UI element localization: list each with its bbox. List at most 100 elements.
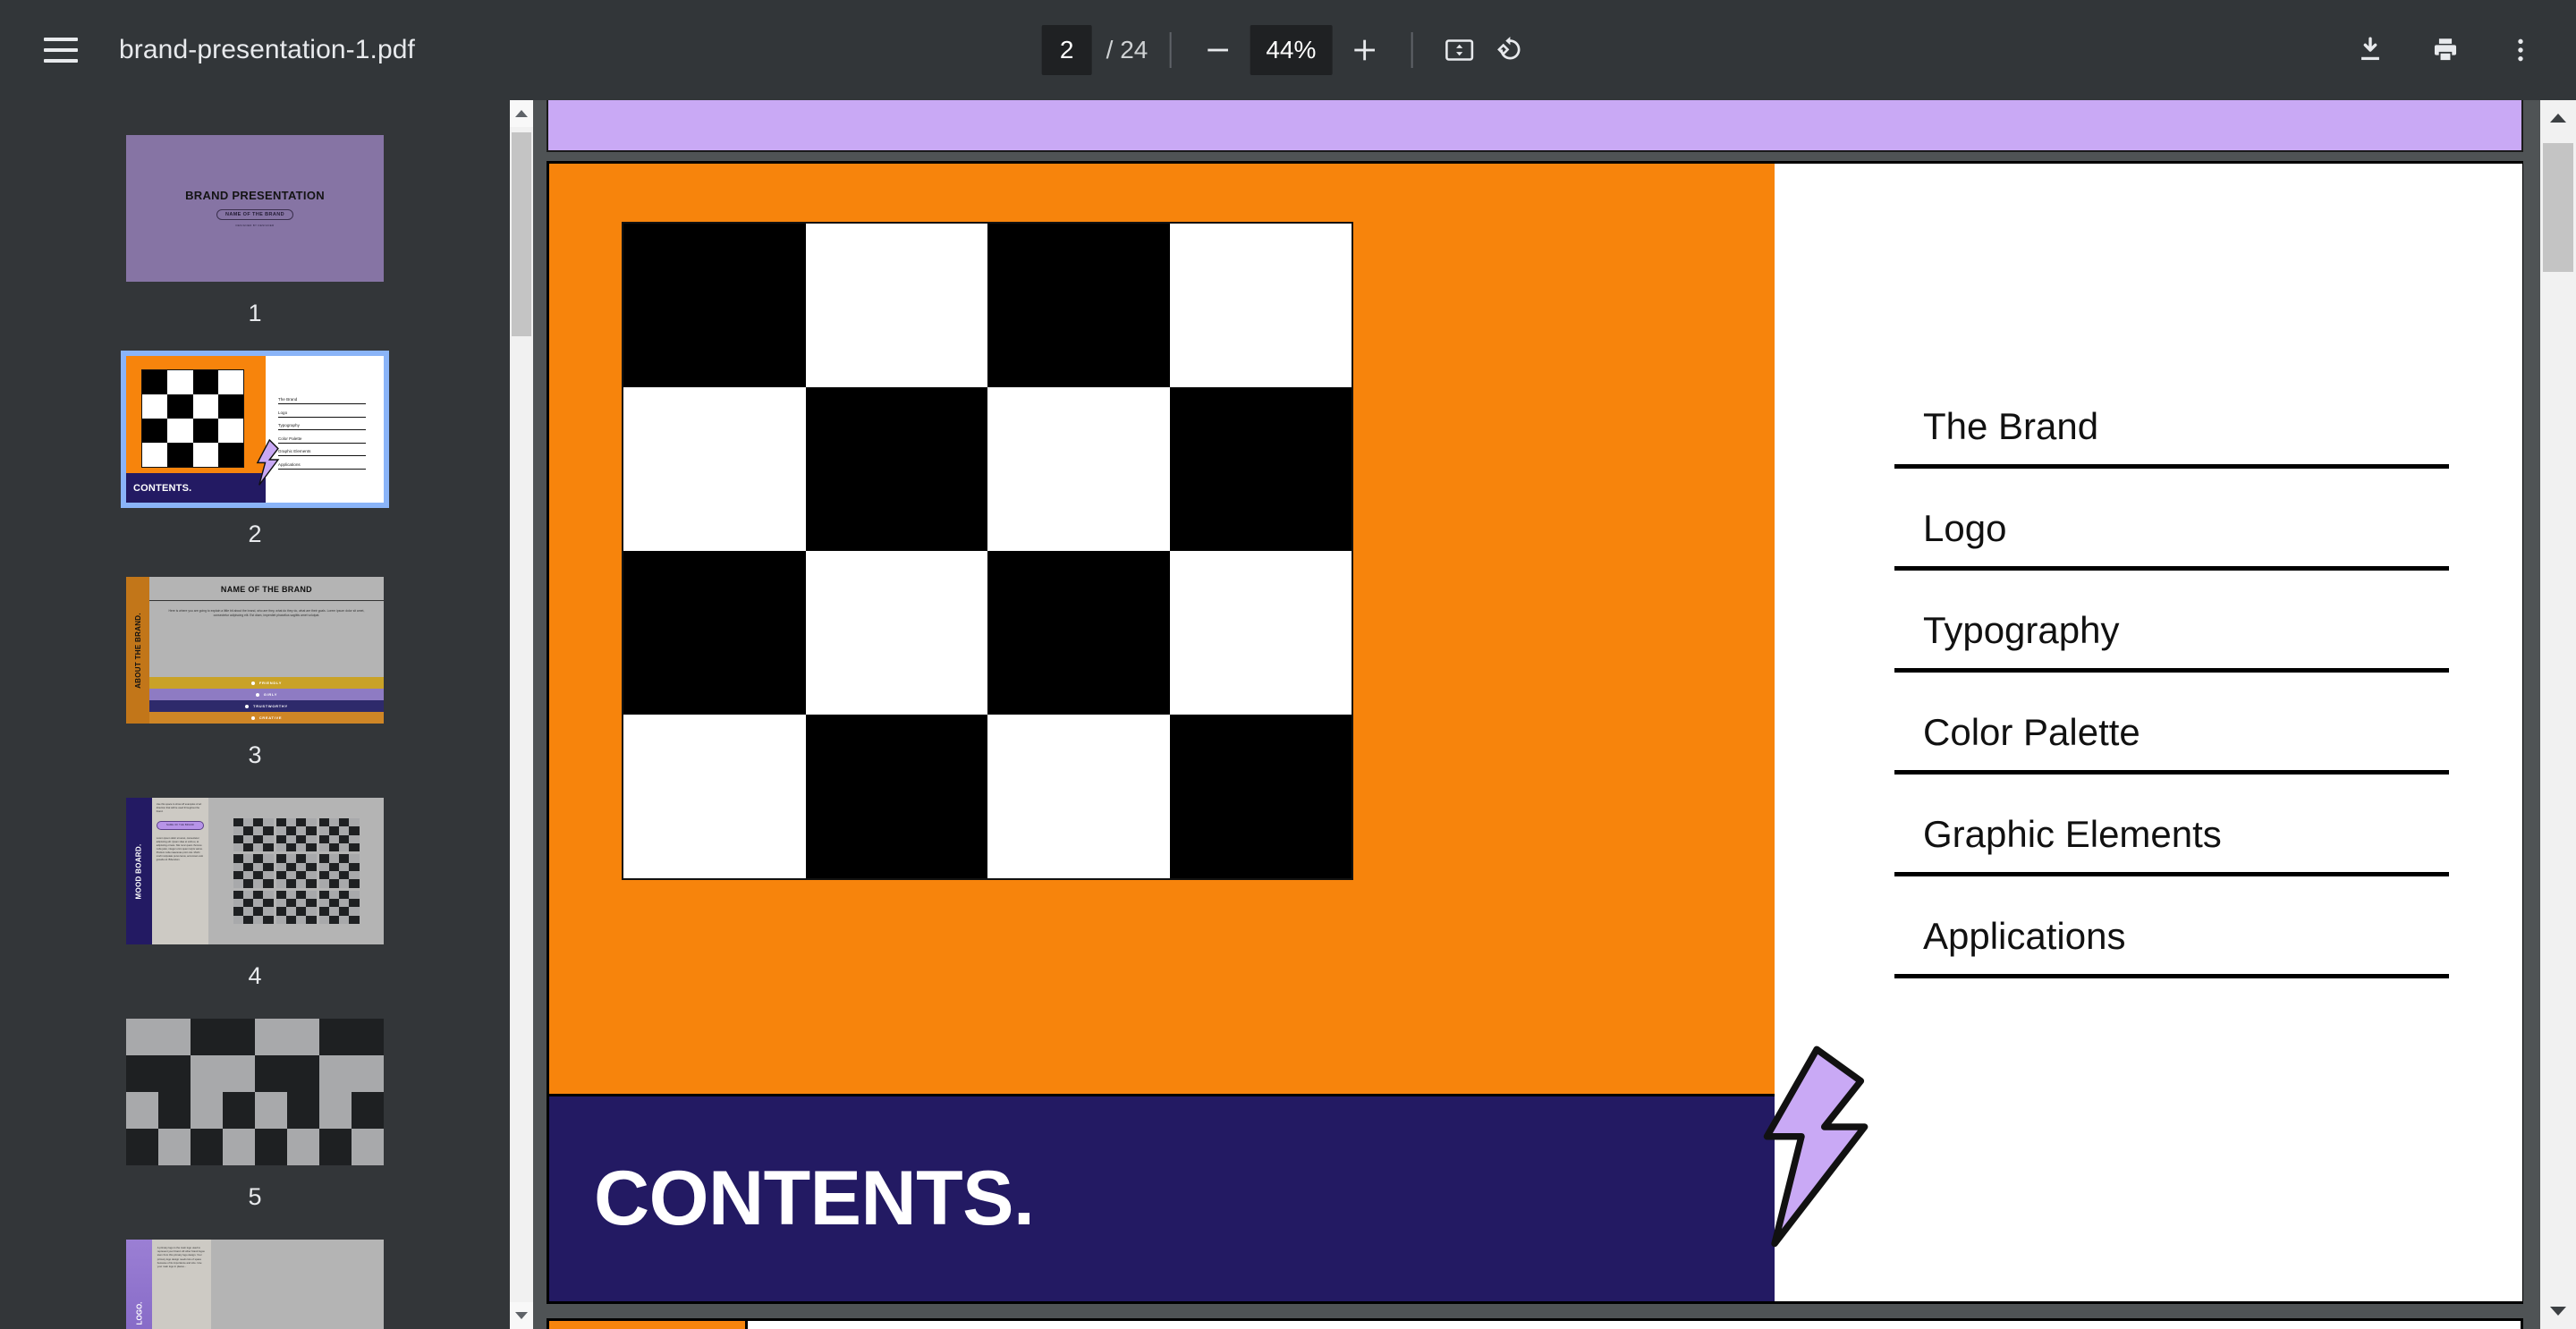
previous-page-tail: [547, 100, 2523, 152]
page-heading: CONTENTS.: [594, 1155, 1035, 1241]
thumbnail-page-4: MOOD BOARD. Use this space to show off e…: [126, 798, 384, 944]
thumb2-toc-item: Typography: [277, 423, 366, 431]
thumb4-pill: NAME OF THE BRAND: [156, 821, 205, 831]
more-vertical-icon[interactable]: [2496, 25, 2546, 75]
thumbnail-frame-5[interactable]: [121, 1013, 389, 1171]
page-number-input[interactable]: 2: [1041, 25, 1092, 75]
thumbnail-item[interactable]: BRAND PRESENTATION NAME OF THE BRAND DES…: [0, 130, 510, 351]
fit-to-page-icon[interactable]: [1434, 25, 1484, 75]
thumb4-side-text: MOOD BOARD.: [134, 843, 143, 899]
hamburger-icon[interactable]: [36, 25, 86, 75]
mini-checkerboard: [318, 890, 360, 925]
thumb4-body-bottom: Lorem ipsum dolor sit amet, consectetur …: [156, 837, 204, 862]
thumbnail-page-6: LOGO. A primary logo is the main logo us…: [126, 1240, 384, 1329]
toc-item-graphic-elements: Graphic Elements: [1894, 813, 2449, 876]
download-icon[interactable]: [2345, 25, 2395, 75]
toc-item-color-palette: Color Palette: [1894, 711, 2449, 775]
page-toc-list: The Brand Logo Typography Color Palette …: [1780, 164, 2522, 1301]
toolbar-right-group: [2345, 0, 2546, 100]
thumb3-trait-label: FRIENDLY: [258, 681, 283, 685]
zoom-level-input[interactable]: 44%: [1250, 25, 1333, 75]
thumb4-moodboard: [208, 798, 384, 944]
toolbar-divider-2: [1411, 32, 1413, 68]
toc-label: Applications: [1923, 915, 2126, 957]
thumb3-side-label: ABOUT THE BRAND.: [126, 577, 149, 724]
print-icon[interactable]: [2420, 25, 2470, 75]
sidebar-scrollbar[interactable]: [510, 100, 533, 1329]
thumb2-toc-list: The Brand Logo Typography Color Palette …: [265, 356, 384, 503]
toc-item-applications: Applications: [1894, 915, 2449, 978]
thumbnail-frame-3[interactable]: ABOUT THE BRAND. NAME OF THE BRAND Here …: [121, 571, 389, 729]
mini-checkerboard: [275, 890, 317, 925]
thumb1-pill: NAME OF THE BRAND: [216, 209, 294, 221]
thumbnail-number: 4: [248, 962, 262, 989]
thumbnail-frame-2[interactable]: CONTENTS. The Brand Logo Typography Colo…: [121, 351, 389, 508]
mini-checkerboard: [233, 890, 274, 925]
lightning-bolt-icon: [1763, 1045, 1868, 1248]
toolbar-center-group: 2 / 24 44%: [1041, 0, 1535, 100]
thumb6-side-text: LOGO.: [134, 1301, 143, 1325]
thumb1-title: BRAND PRESENTATION: [185, 188, 325, 202]
thumbnail-item[interactable]: 5: [0, 1013, 510, 1234]
sidebar-scroll-up-icon[interactable]: [510, 100, 533, 127]
thumbnail-item[interactable]: CONTENTS. The Brand Logo Typography Colo…: [0, 351, 510, 571]
toc-item-logo: Logo: [1894, 507, 2449, 571]
thumb3-trait-label: TRUSTWORTHY: [253, 704, 288, 708]
thumb2-toc-item: Color Palette: [277, 436, 366, 444]
toolbar-divider-1: [1169, 32, 1172, 68]
thumbnail-item[interactable]: ABOUT THE BRAND. NAME OF THE BRAND Here …: [0, 571, 510, 792]
thumb3-trait-row: GIRLY: [148, 689, 384, 700]
viewer-scroll-down-icon[interactable]: [2540, 1293, 2576, 1329]
thumb6-main: [211, 1240, 384, 1329]
thumbnail-frame-4[interactable]: MOOD BOARD. Use this space to show off e…: [121, 792, 389, 950]
sidebar-scroll-down-icon[interactable]: [510, 1302, 533, 1329]
thumb2-toc-item: Logo: [277, 411, 366, 418]
mini-checkerboard: [233, 854, 274, 888]
document-title: brand-presentation-1.pdf: [119, 35, 415, 64]
thumbnail-page-5: [126, 1019, 384, 1165]
sidebar-scrollbar-thumb[interactable]: [512, 132, 531, 336]
page-left-panel: CONTENTS.: [549, 164, 1775, 1301]
zoom-out-button[interactable]: [1192, 25, 1242, 75]
thumbnail-sidebar[interactable]: BRAND PRESENTATION NAME OF THE BRAND DES…: [0, 100, 510, 1329]
rotate-icon[interactable]: [1484, 25, 1534, 75]
mini-checkerboard: [275, 817, 317, 852]
page-contents-bar: CONTENTS.: [549, 1094, 1775, 1301]
toc-label: Logo: [1923, 507, 2007, 549]
thumbnail-frame-6[interactable]: LOGO. A primary logo is the main logo us…: [121, 1234, 389, 1329]
thumb6-text-column: A primary logo is the main logo used to …: [151, 1240, 212, 1329]
thumbnail-item[interactable]: MOOD BOARD. Use this space to show off e…: [0, 792, 510, 1013]
zoom-in-button[interactable]: [1339, 25, 1389, 75]
thumbnail-frame-1[interactable]: BRAND PRESENTATION NAME OF THE BRAND DES…: [121, 130, 389, 287]
mini-checkerboard: [318, 817, 360, 852]
viewer-scrollbar-thumb[interactable]: [2543, 143, 2573, 272]
thumb1-subtitle: DESIGNED BY DESIGNER: [235, 224, 275, 228]
toc-label: Graphic Elements: [1923, 813, 2222, 855]
viewer-scroll-up-icon[interactable]: [2540, 100, 2576, 136]
thumb3-heading: NAME OF THE BRAND: [148, 577, 384, 601]
thumbnail-list: BRAND PRESENTATION NAME OF THE BRAND DES…: [0, 100, 510, 1329]
toc-label: Typography: [1923, 609, 2120, 651]
thumb4-side-label: MOOD BOARD.: [126, 798, 152, 944]
viewer-scrollbar[interactable]: [2540, 100, 2576, 1329]
thumbnail-number: 1: [248, 300, 262, 326]
pdf-viewer[interactable]: CONTENTS. The Brand Logo Typography Colo…: [533, 100, 2540, 1329]
mini-checkerboard: [233, 817, 274, 852]
thumb2-contents-bar: CONTENTS.: [126, 473, 266, 503]
toc-item-typography: Typography: [1894, 609, 2449, 673]
toolbar-left-group: brand-presentation-1.pdf: [0, 25, 415, 75]
thumb2-lightning-bolt-icon: [256, 439, 280, 487]
thumb4-body-top: Use this space to show off examples of a…: [156, 803, 202, 814]
toc-label: The Brand: [1923, 405, 2099, 447]
thumbnail-item[interactable]: LOGO. A primary logo is the main logo us…: [0, 1234, 510, 1329]
toc-item-the-brand: The Brand: [1894, 405, 2449, 469]
thumb2-toc-item: Applications: [277, 462, 366, 470]
thumb3-trait-label: CREATIVE: [258, 715, 283, 720]
thumb3-trait-row: CREATIVE: [148, 712, 384, 724]
thumb3-side-text: ABOUT THE BRAND.: [133, 612, 142, 689]
thumb3-body: Here is where you are going to explain a…: [168, 609, 365, 618]
thumb2-toc-item: The Brand: [277, 397, 366, 405]
thumbnail-number: 5: [248, 1183, 262, 1210]
thumb2-left-panel: CONTENTS.: [126, 356, 266, 503]
thumb4-text-column: Use this space to show off examples of a…: [151, 798, 209, 944]
